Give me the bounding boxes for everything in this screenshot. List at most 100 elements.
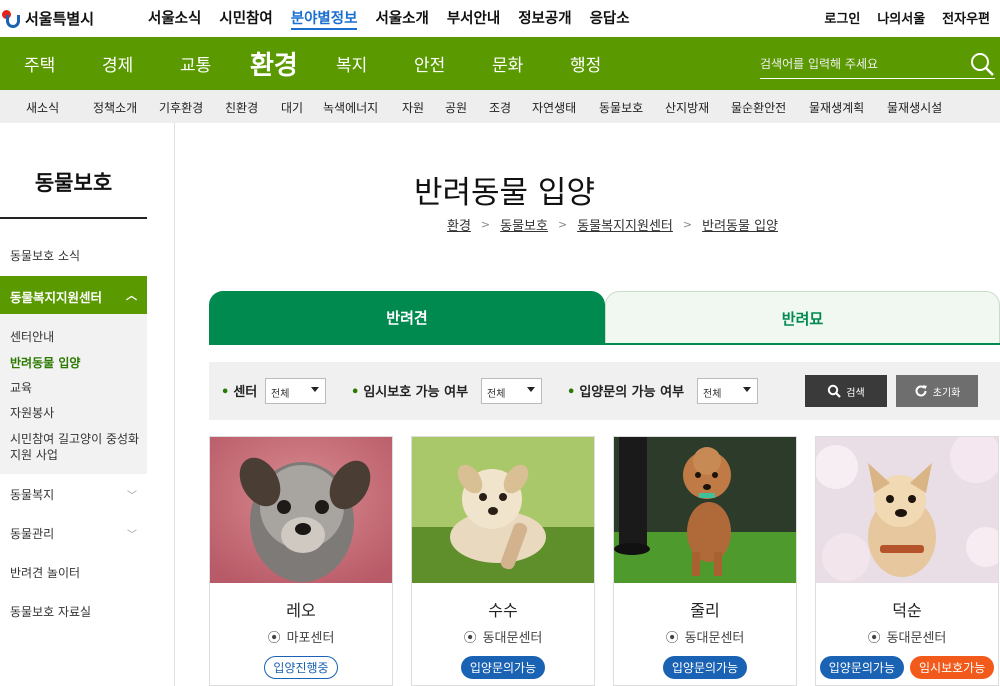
sidebar: 동물보호 동물보호 소식 동물복지지원센터 ︿ 센터안내 반려동물 입양 교육 … bbox=[0, 123, 175, 686]
subnav-landscape[interactable]: 조경 bbox=[489, 99, 511, 116]
temp-select-value: 전체 bbox=[487, 389, 506, 400]
chevron-right-icon: > bbox=[480, 218, 491, 231]
filter-center-label: • 센터 bbox=[221, 385, 258, 400]
pet-photo bbox=[210, 437, 392, 583]
location-pin-icon: ⦿ bbox=[267, 631, 281, 646]
gnb-item-departments[interactable]: 부서안내 bbox=[447, 7, 500, 30]
category-culture[interactable]: 문화 bbox=[492, 37, 523, 90]
tab-cats[interactable]: 반려묘 bbox=[605, 291, 1000, 344]
gnb-item-response[interactable]: 응답소 bbox=[590, 7, 630, 30]
login-link[interactable]: 로그인 bbox=[824, 8, 860, 27]
email-link[interactable]: 전자우편 bbox=[942, 8, 990, 27]
search-button[interactable]: 검색 bbox=[805, 375, 887, 407]
temp-protect-select[interactable]: 전체 bbox=[481, 378, 542, 404]
pet-badges: 입양진행중 bbox=[210, 656, 392, 679]
category-safety[interactable]: 안전 bbox=[414, 37, 445, 90]
inquiry-select[interactable]: 전체 bbox=[697, 378, 758, 404]
sidebar-item-dog-playground[interactable]: 반려견 놀이터 bbox=[10, 564, 80, 581]
subnav-water-safety[interactable]: 물순환안전 bbox=[731, 99, 786, 116]
category-traffic[interactable]: 교통 bbox=[180, 37, 211, 90]
pet-badges: 입양문의가능 임시보호가능 bbox=[816, 656, 998, 679]
dropdown-arrow-icon bbox=[527, 387, 535, 392]
status-badge: 입양문의가능 bbox=[662, 656, 748, 679]
search-icon bbox=[828, 384, 842, 398]
subnav-resources[interactable]: 자원 bbox=[402, 99, 424, 116]
subnav-policy[interactable]: 정책소개 bbox=[93, 99, 137, 116]
utility-nav: 로그인 나의서울 전자우편 bbox=[824, 8, 990, 27]
category-economy[interactable]: 경제 bbox=[102, 37, 133, 90]
my-seoul-link[interactable]: 나의서울 bbox=[877, 8, 925, 27]
subnav-green-energy[interactable]: 녹색에너지 bbox=[323, 99, 378, 116]
logo-text: 서울특별시 bbox=[25, 9, 95, 28]
pet-photo bbox=[412, 437, 594, 583]
pet-badges: 입양문의가능 bbox=[614, 656, 796, 679]
center-select-value: 전체 bbox=[271, 389, 290, 400]
category-welfare[interactable]: 복지 bbox=[336, 37, 367, 90]
subnav-air[interactable]: 대기 bbox=[281, 99, 303, 116]
refresh-icon bbox=[915, 385, 927, 397]
category-environment[interactable]: 환경 bbox=[250, 37, 298, 90]
sidebar-item-animal-welfare[interactable]: 동물복지 bbox=[10, 486, 54, 503]
sidebar-item-animal-manage[interactable]: 동물관리 bbox=[10, 525, 54, 542]
chevron-down-icon[interactable]: ﹀ bbox=[127, 526, 137, 541]
pet-name: 줄리 bbox=[690, 601, 720, 620]
pet-card[interactable]: 레오 ⦿ 마포센터 입양진행중 bbox=[209, 436, 393, 686]
gnb-item-about[interactable]: 서울소개 bbox=[375, 7, 428, 30]
subnav-mountain[interactable]: 산지방재 bbox=[665, 99, 709, 116]
chevron-right-icon: > bbox=[682, 218, 693, 231]
submenu-pet-adoption[interactable]: 반려동물 입양 bbox=[10, 354, 80, 371]
submenu-education[interactable]: 교육 bbox=[10, 379, 32, 396]
category-bar: 주택 경제 교통 환경 복지 안전 문화 행정 bbox=[0, 37, 1000, 90]
sidebar-item-archive[interactable]: 동물보호 자료실 bbox=[10, 603, 91, 620]
gnb-item-news[interactable]: 서울소식 bbox=[148, 7, 201, 30]
breadcrumb: 환경 > 동물보호 > 동물복지지원센터 > 반려동물 입양 bbox=[447, 215, 778, 234]
dropdown-arrow-icon bbox=[743, 387, 751, 392]
pet-card[interactable]: 수수 ⦿ 동대문센터 입양문의가능 bbox=[411, 436, 595, 686]
subnav-animal-protection[interactable]: 동물보호 bbox=[599, 99, 643, 116]
pet-card[interactable]: 줄리 ⦿ 동대문센터 입양문의가능 bbox=[613, 436, 797, 686]
pet-card[interactable]: 덕순 ⦿ 동대문센터 입양문의가능 임시보호가능 bbox=[815, 436, 999, 686]
gnb-item-disclosure[interactable]: 정보공개 bbox=[518, 7, 571, 30]
status-badge: 입양진행중 bbox=[264, 656, 338, 679]
pet-photo bbox=[614, 437, 796, 583]
breadcrumb-animal-protection[interactable]: 동물보호 bbox=[500, 215, 548, 234]
animal-tabs: 반려견 반려묘 bbox=[209, 291, 1000, 344]
pet-location: ⦿ 마포센터 bbox=[210, 627, 392, 646]
subnav-eco[interactable]: 친환경 bbox=[225, 99, 258, 116]
seoul-logo[interactable]: 서울특별시 bbox=[0, 5, 94, 31]
category-housing[interactable]: 주택 bbox=[24, 37, 55, 90]
search-icon[interactable] bbox=[969, 51, 995, 77]
submenu-stray-cat-neuter-line2[interactable]: 지원 사업 bbox=[10, 446, 58, 463]
submenu-stray-cat-neuter[interactable]: 시민참여 길고양이 중성화 bbox=[10, 430, 139, 447]
chevron-right-icon: > bbox=[557, 218, 568, 231]
subnav-water-facility[interactable]: 물재생시설 bbox=[887, 99, 942, 116]
tab-dogs[interactable]: 반려견 bbox=[209, 291, 605, 344]
filter-bar: • 센터 전체 • 임시보호 가능 여부 전체 • 입양문의 가능 여부 전체 검색 … bbox=[209, 362, 1000, 420]
breadcrumb-environment[interactable]: 환경 bbox=[447, 215, 471, 234]
temp-protect-badge: 임시보호가능 bbox=[910, 656, 995, 679]
subnav-news[interactable]: 새소식 bbox=[26, 99, 59, 116]
chevron-down-icon[interactable]: ﹀ bbox=[127, 487, 137, 502]
subnav-parks[interactable]: 공원 bbox=[445, 99, 467, 116]
submenu-center-info[interactable]: 센터안내 bbox=[10, 328, 54, 345]
pet-name: 수수 bbox=[488, 601, 518, 620]
reset-button[interactable]: 초기화 bbox=[896, 375, 978, 407]
dropdown-arrow-icon bbox=[311, 387, 319, 392]
sidebar-submenu: 센터안내 반려동물 입양 교육 자원봉사 시민참여 길고양이 중성화 지원 사업 bbox=[0, 314, 147, 474]
subnav-climate[interactable]: 기후환경 bbox=[159, 99, 203, 116]
sidebar-active-label: 동물복지지원센터 bbox=[10, 290, 103, 305]
gnb-item-field-info[interactable]: 분야별정보 bbox=[290, 7, 358, 30]
sidebar-item-welfare-center[interactable]: 동물복지지원센터 ︿ bbox=[0, 276, 147, 314]
subnav-ecology[interactable]: 자연생태 bbox=[532, 99, 576, 116]
search-input[interactable] bbox=[760, 51, 960, 77]
pet-location: ⦿ 동대문센터 bbox=[614, 627, 796, 646]
subnav-water-plan[interactable]: 물재생계획 bbox=[809, 99, 864, 116]
center-select[interactable]: 전체 bbox=[265, 378, 326, 404]
gnb-item-participation[interactable]: 시민참여 bbox=[219, 7, 272, 30]
reset-button-label: 초기화 bbox=[932, 387, 961, 399]
breadcrumb-welfare-center[interactable]: 동물복지지원센터 bbox=[577, 215, 673, 234]
sidebar-item-news[interactable]: 동물보호 소식 bbox=[10, 247, 80, 264]
category-administration[interactable]: 행정 bbox=[570, 37, 601, 90]
submenu-volunteer[interactable]: 자원봉사 bbox=[10, 404, 54, 421]
breadcrumb-pet-adoption[interactable]: 반려동물 입양 bbox=[702, 215, 778, 234]
